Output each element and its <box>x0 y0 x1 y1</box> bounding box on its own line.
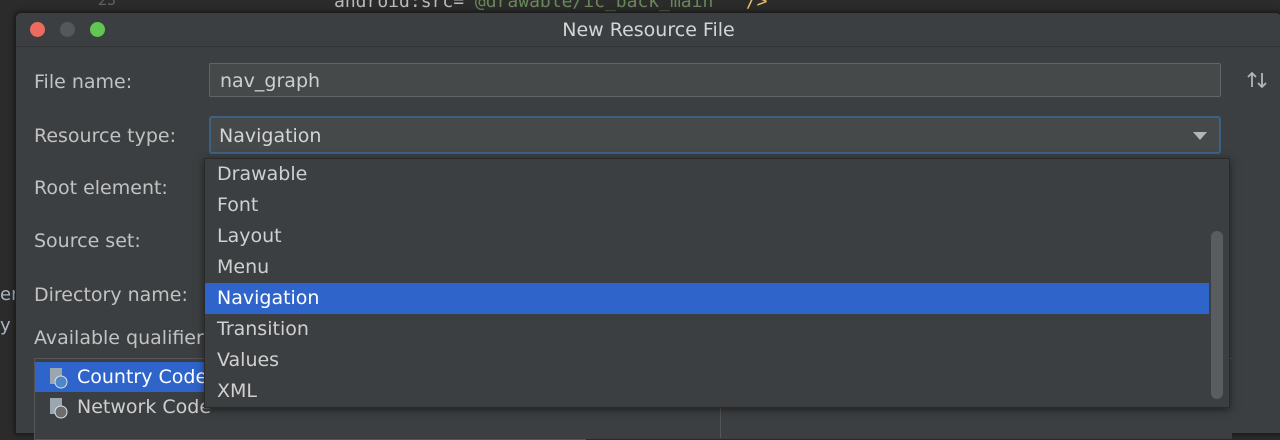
option-label: XML <box>217 380 257 402</box>
sort-icon[interactable] <box>1246 69 1268 91</box>
code-value: "@drawable/ic_back_main" <box>464 0 725 12</box>
dropdown-option-menu[interactable]: Menu <box>205 252 1209 283</box>
option-label: Navigation <box>217 287 320 309</box>
option-label: Font <box>217 194 259 216</box>
file-name-label: File name: <box>34 71 133 93</box>
resource-type-value: Navigation <box>219 125 322 147</box>
qualifier-icon <box>50 368 68 389</box>
dialog-title: New Resource File <box>562 19 735 41</box>
option-label: Values <box>217 349 280 371</box>
option-label: Menu <box>217 256 270 278</box>
directory-name-label: Directory name: <box>34 284 188 306</box>
dropdown-option-navigation[interactable]: Navigation <box>205 283 1209 314</box>
dropdown-option-drawable[interactable]: Drawable <box>205 159 1209 190</box>
edge-text-2: y <box>0 315 11 336</box>
option-label: Layout <box>217 225 282 247</box>
dropdown-option-transition[interactable]: Transition <box>205 314 1209 345</box>
dropdown-scrollbar[interactable] <box>1211 231 1223 399</box>
code-text: android:src="@drawable/ic_back_main" /> <box>334 0 768 12</box>
code-end: /> <box>745 0 768 12</box>
editor-code-line: 23 android:src="@drawable/ic_back_main" … <box>0 0 1280 12</box>
option-label: Transition <box>217 318 309 340</box>
qualifier-icon <box>50 398 68 419</box>
option-label: Drawable <box>217 163 308 185</box>
line-number: 23 <box>98 0 117 9</box>
dropdown-option-layout[interactable]: Layout <box>205 221 1209 252</box>
available-qualifiers-label: Available qualifier <box>34 327 204 349</box>
dropdown-option-values[interactable]: Values <box>205 345 1209 376</box>
source-set-label: Source set: <box>34 230 141 252</box>
code-attr: android:src= <box>334 0 465 12</box>
dialog-titlebar: New Resource File <box>16 13 1280 47</box>
file-name-field[interactable]: nav_graph <box>209 63 1221 97</box>
resource-type-combo[interactable]: Navigation <box>209 116 1221 154</box>
dropdown-option-xml[interactable]: XML <box>205 376 1209 407</box>
qualifier-label: Country Code <box>77 366 208 388</box>
root-element-label: Root element: <box>34 177 168 199</box>
chevron-down-icon[interactable] <box>1193 132 1207 140</box>
dropdown-option-font[interactable]: Font <box>205 190 1209 221</box>
qualifier-label: Network Code <box>77 396 212 418</box>
resource-type-label: Resource type: <box>34 125 177 147</box>
resource-type-dropdown[interactable]: Drawable Font Layout Menu Navigation Tra… <box>204 158 1230 408</box>
